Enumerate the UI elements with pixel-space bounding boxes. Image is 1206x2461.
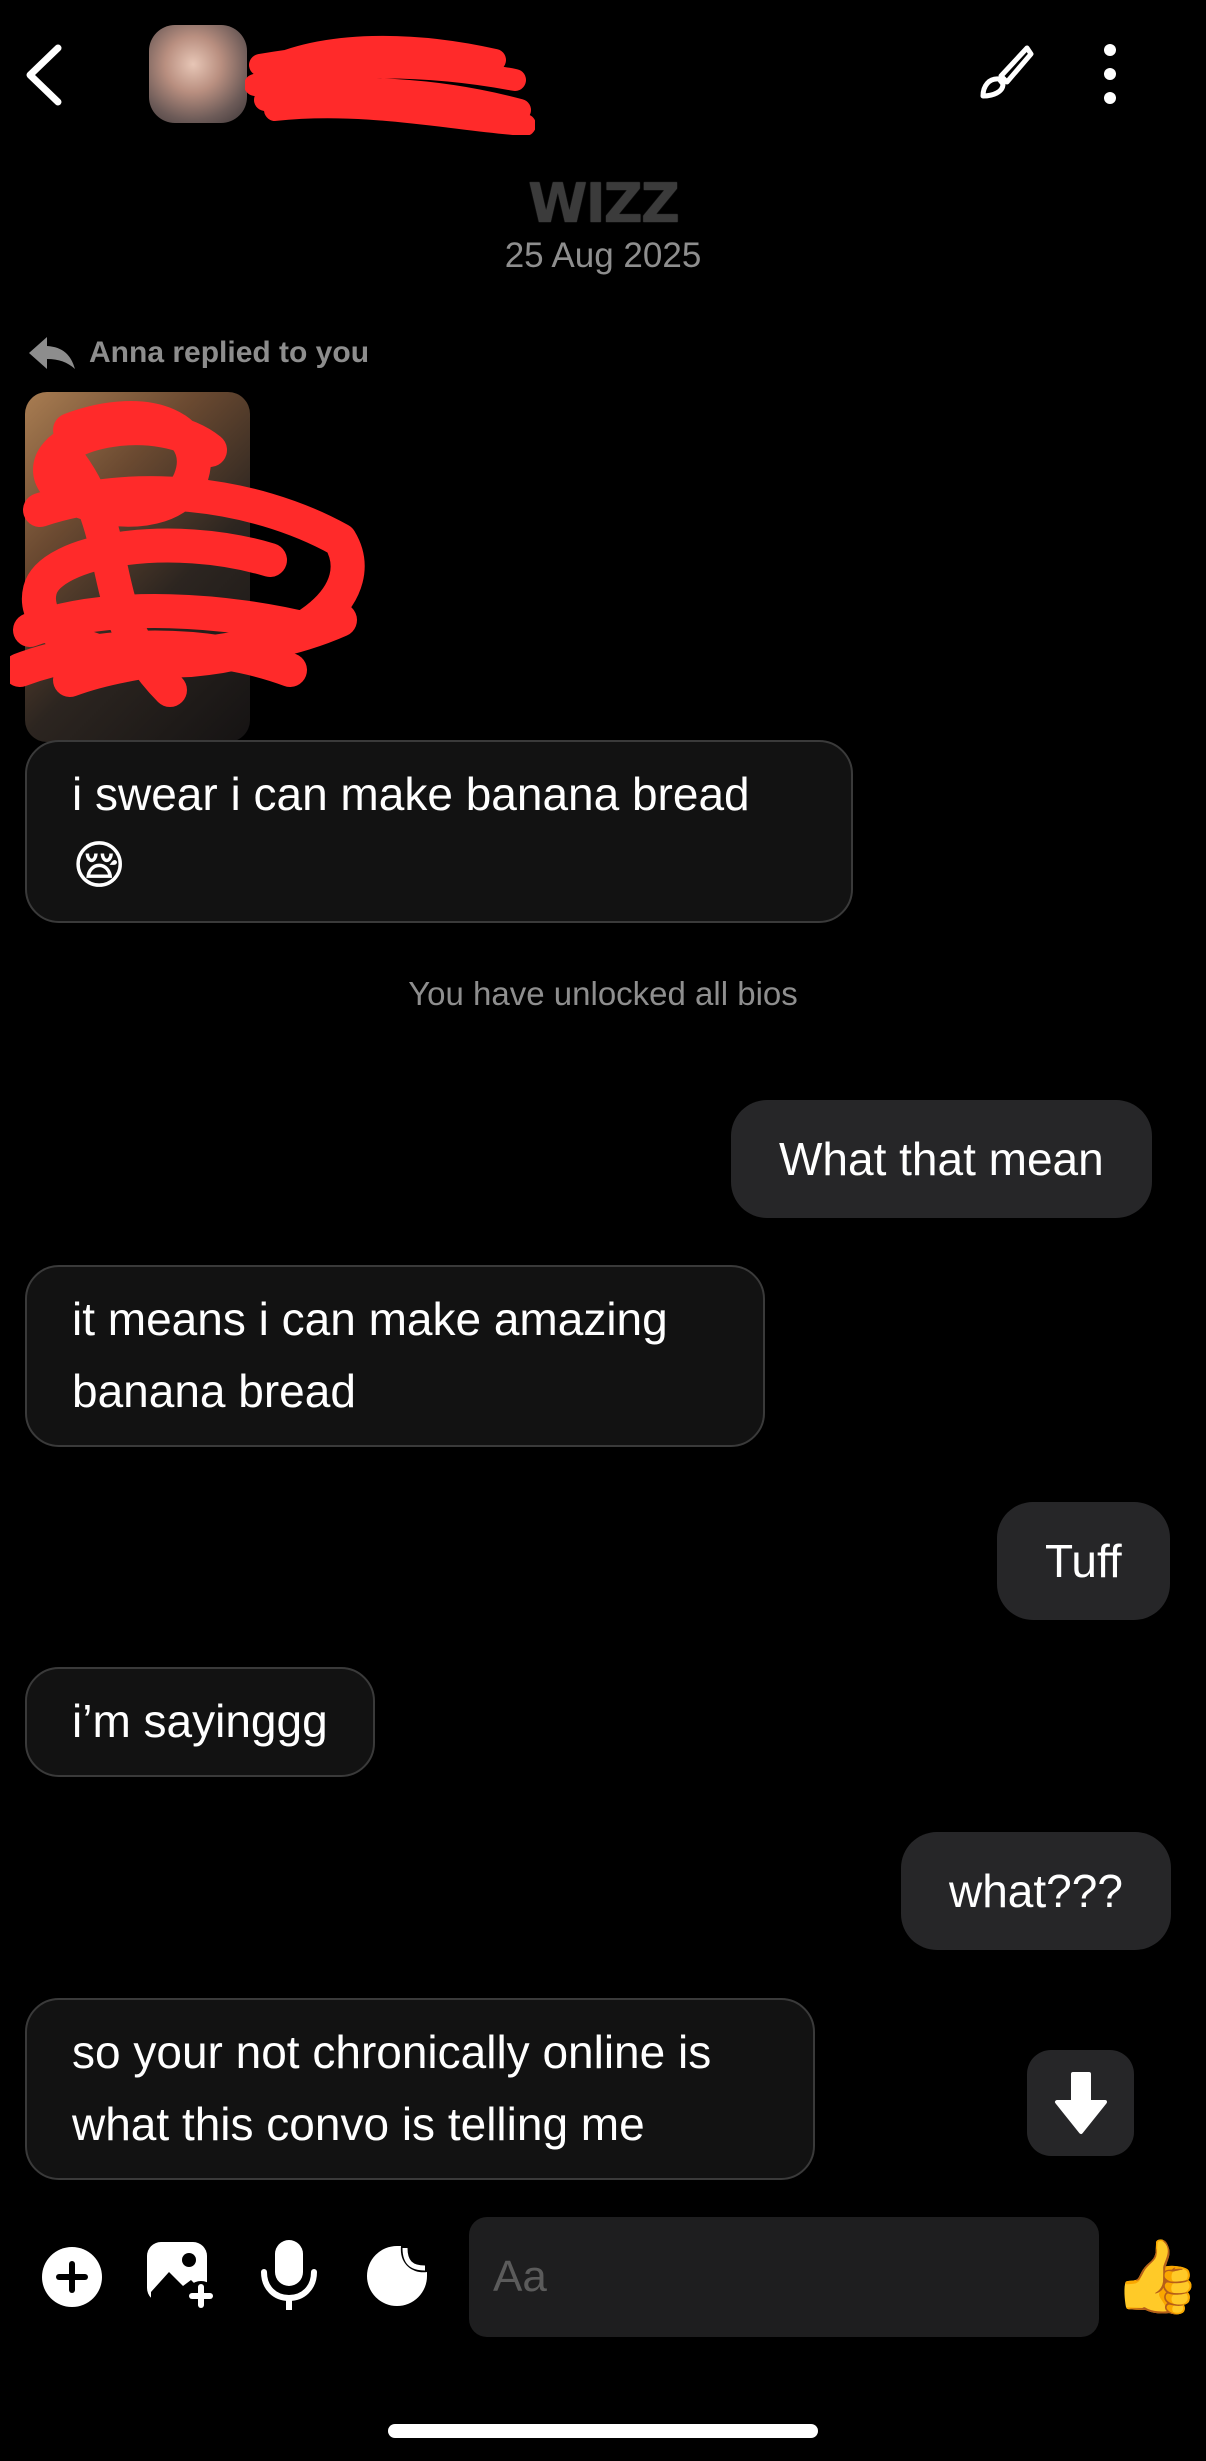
contact-avatar[interactable] — [149, 25, 247, 123]
message-input[interactable] — [469, 2217, 1099, 2337]
chevron-left-icon — [26, 44, 62, 106]
plus-circle-icon[interactable] — [40, 2245, 104, 2309]
conversation-date: 25 Aug 2025 — [504, 236, 702, 275]
system-notice: You have unlocked all bios — [408, 975, 798, 1012]
incoming-message[interactable]: i’m sayinggg — [25, 1667, 375, 1777]
message-text: so your not chronically online is what t… — [72, 2026, 712, 2150]
thumbs-up-button[interactable]: 👍 — [1112, 2232, 1202, 2322]
arrow-down-icon — [1054, 2072, 1107, 2134]
sticker-icon[interactable] — [365, 2244, 429, 2308]
outgoing-message[interactable]: what??? — [901, 1832, 1171, 1950]
customize-button[interactable] — [975, 42, 1035, 102]
outgoing-message[interactable]: What that mean — [731, 1100, 1152, 1218]
sleepy-face-emoji: 😪 — [72, 837, 127, 895]
scroll-to-bottom-button[interactable] — [1027, 2050, 1134, 2156]
incoming-message[interactable]: so your not chronically online is what t… — [25, 1998, 815, 2180]
vertical-ellipsis-icon — [1104, 44, 1116, 104]
app-brand-logo: WIZZ — [528, 172, 680, 235]
reply-indicator-text: Anna replied to you — [89, 336, 370, 369]
incoming-message[interactable]: it means i can make amazing banana bread — [25, 1265, 765, 1447]
redaction-scribble — [10, 401, 365, 707]
paintbrush-icon — [980, 45, 1034, 99]
back-button[interactable] — [22, 40, 72, 110]
message-text: i swear i can make banana bread — [72, 768, 750, 820]
incoming-message[interactable]: i swear i can make banana bread 😪 — [25, 740, 853, 923]
message-text: what??? — [949, 1865, 1123, 1917]
reply-indicator: Anna replied to you — [25, 333, 369, 373]
image-add-icon[interactable] — [145, 2240, 217, 2312]
outgoing-message[interactable]: Tuff — [997, 1502, 1170, 1620]
more-options-button[interactable] — [1095, 38, 1125, 108]
message-text: it means i can make amazing banana bread — [72, 1293, 668, 1417]
redaction-scribble — [245, 35, 535, 135]
message-text: Tuff — [1045, 1535, 1122, 1587]
reply-arrow-icon — [29, 337, 75, 369]
home-indicator[interactable] — [388, 2424, 818, 2438]
microphone-icon[interactable] — [258, 2238, 320, 2314]
message-text: i’m sayinggg — [72, 1695, 328, 1747]
message-text: What that mean — [779, 1133, 1104, 1185]
